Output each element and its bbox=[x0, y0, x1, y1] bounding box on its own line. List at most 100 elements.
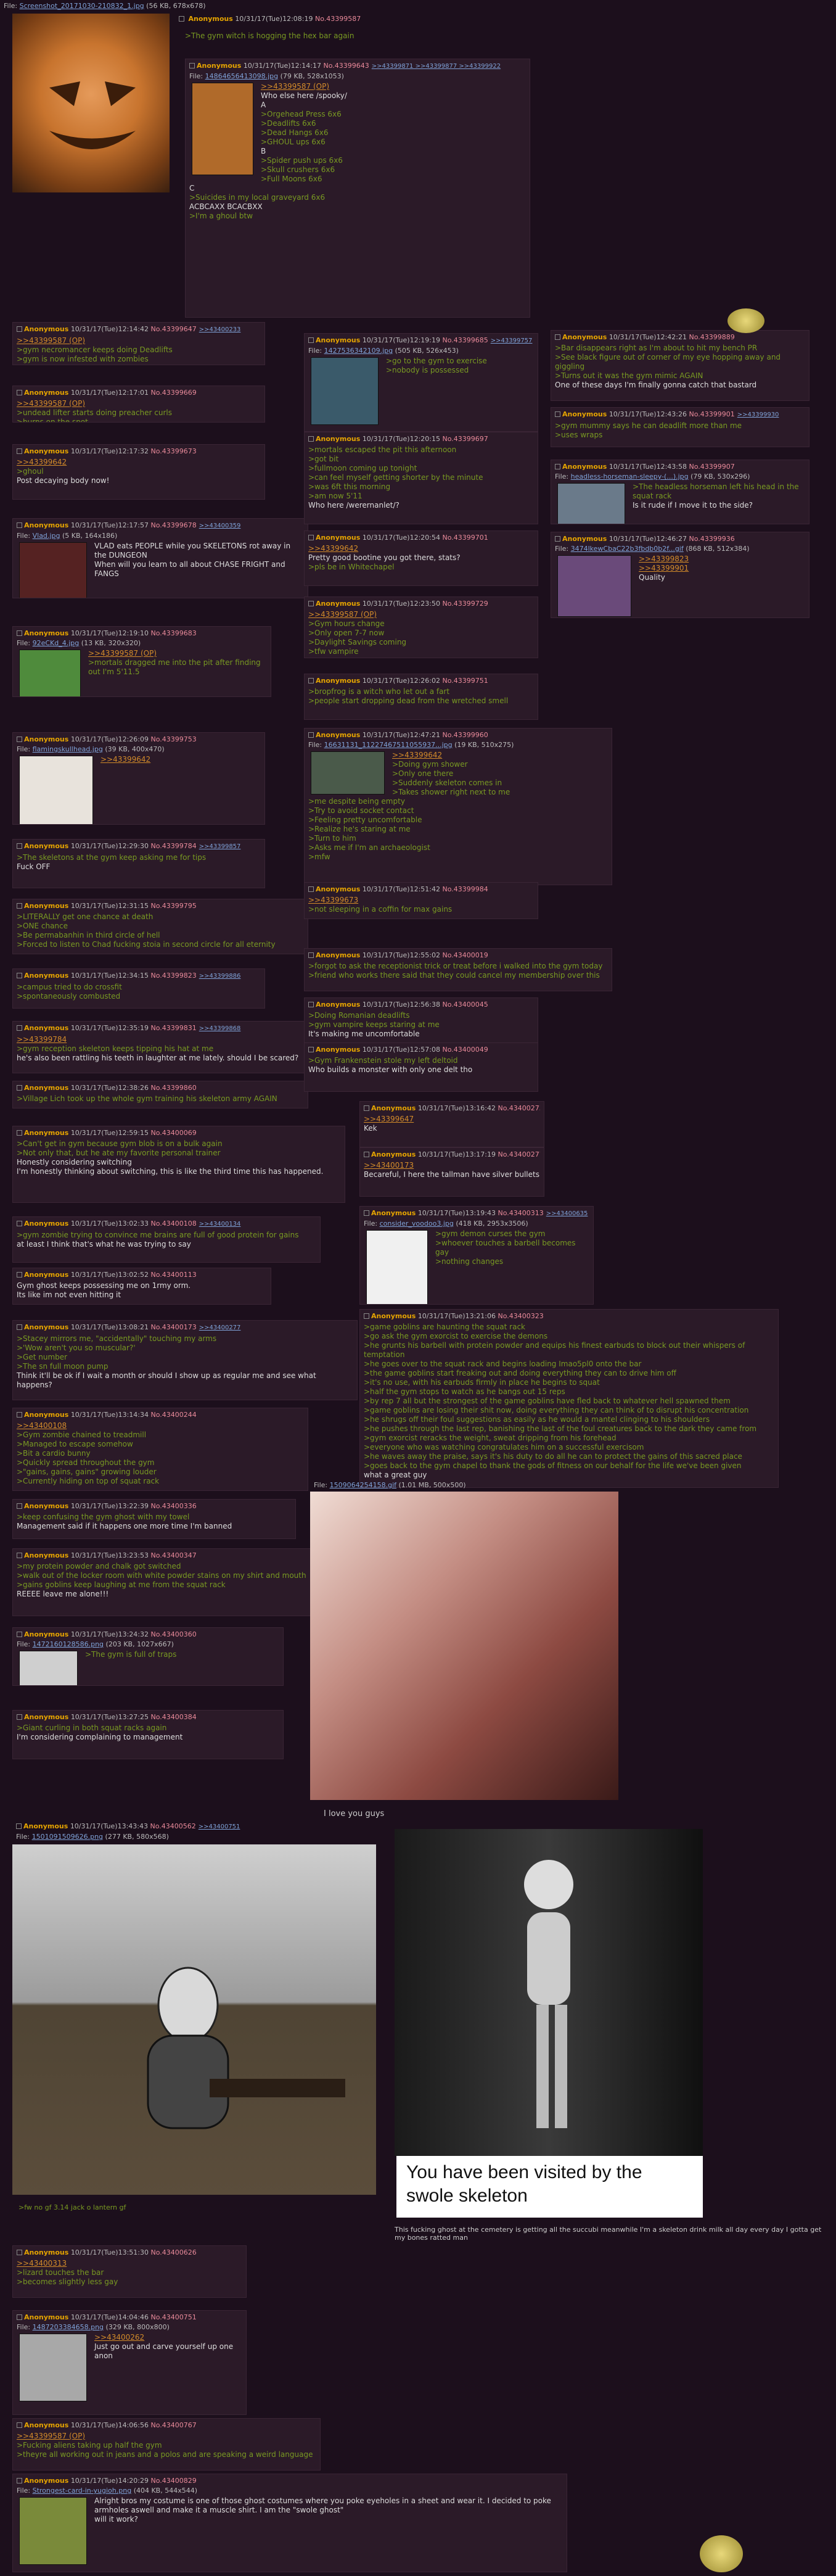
post-number[interactable]: No.43399683 bbox=[151, 629, 197, 637]
op-checkbox[interactable] bbox=[179, 16, 184, 22]
post-thumbnail[interactable] bbox=[311, 751, 385, 795]
post-number[interactable]: No.43399729 bbox=[443, 600, 488, 608]
post-checkbox[interactable] bbox=[17, 522, 22, 528]
post-checkbox[interactable] bbox=[308, 678, 314, 683]
post-checkbox[interactable] bbox=[308, 436, 314, 442]
post-number[interactable]: No.43400108 bbox=[151, 1220, 197, 1228]
post-checkbox[interactable] bbox=[17, 1632, 22, 1637]
post-number[interactable]: No.43400049 bbox=[443, 1046, 488, 1054]
quote-link[interactable]: >>43399587 (OP) bbox=[17, 2432, 316, 2441]
post-number[interactable]: No.43400626 bbox=[151, 2248, 197, 2256]
post-number[interactable]: No.43399831 bbox=[151, 1024, 197, 1032]
post-number[interactable]: No.43400045 bbox=[443, 1001, 488, 1009]
post-thumbnail[interactable] bbox=[19, 650, 81, 696]
post-number[interactable]: No.43400173 bbox=[151, 1323, 197, 1331]
post-checkbox[interactable] bbox=[364, 1152, 369, 1157]
post-number[interactable]: No.43400069 bbox=[151, 1129, 197, 1137]
file-link[interactable]: headless-horseman-sleepy-(...).jpg bbox=[571, 473, 689, 481]
post-number[interactable]: No.43399669 bbox=[151, 389, 197, 397]
post-checkbox[interactable] bbox=[364, 1313, 369, 1319]
post-number[interactable]: No.43399960 bbox=[443, 731, 488, 739]
quote-link[interactable]: >>43399784 bbox=[17, 1035, 304, 1044]
backlinks[interactable]: >>43400635 bbox=[546, 1210, 588, 1217]
post-number[interactable]: No.43400751 bbox=[151, 2313, 197, 2321]
post-checkbox[interactable] bbox=[17, 973, 22, 978]
backlinks[interactable]: >>43400751 bbox=[199, 1823, 240, 1830]
file-link[interactable]: consider_voodoo3.jpg bbox=[380, 1220, 454, 1228]
post-number[interactable]: No.43399643 bbox=[324, 62, 369, 70]
post-checkbox[interactable] bbox=[17, 630, 22, 636]
post-thumbnail[interactable] bbox=[192, 83, 253, 175]
backlinks[interactable]: >>43399868 bbox=[199, 1025, 241, 1032]
file-link[interactable]: 1427536342109.jpg bbox=[324, 347, 393, 355]
post-number[interactable]: No.43400347 bbox=[151, 1551, 197, 1559]
post-checkbox[interactable] bbox=[555, 536, 560, 542]
backlinks[interactable]: >>43399930 bbox=[737, 411, 779, 418]
post-number[interactable]: No.43399907 bbox=[689, 463, 735, 471]
post-checkbox[interactable] bbox=[17, 1130, 22, 1136]
post-number[interactable]: No.43399860 bbox=[151, 1084, 197, 1092]
post-thumbnail[interactable] bbox=[557, 483, 625, 524]
post-checkbox[interactable] bbox=[189, 63, 195, 68]
quote-link[interactable]: >>43399642 bbox=[17, 458, 261, 467]
file-link[interactable]: Screenshot_20171030-210832_1.jpg bbox=[20, 2, 144, 10]
backlinks[interactable]: >>43400359 bbox=[199, 522, 241, 529]
post-checkbox[interactable] bbox=[17, 1503, 22, 1509]
post-number[interactable]: No.43399795 bbox=[151, 902, 197, 910]
post-checkbox[interactable] bbox=[17, 448, 22, 454]
post-checkbox[interactable] bbox=[17, 1324, 22, 1330]
post-thumbnail[interactable] bbox=[366, 1230, 428, 1304]
backlinks[interactable]: >>43399857 bbox=[199, 843, 241, 850]
wojak-room-image[interactable] bbox=[12, 1844, 376, 2195]
post-number[interactable]: No.43400244 bbox=[151, 1411, 197, 1419]
post-number[interactable]: No.43399701 bbox=[443, 534, 488, 542]
post-checkbox[interactable] bbox=[308, 337, 314, 343]
post-checkbox[interactable] bbox=[308, 601, 314, 606]
post-thumbnail[interactable] bbox=[557, 555, 631, 617]
backlinks[interactable]: >>43399886 bbox=[199, 973, 241, 980]
post-number[interactable]: No.43399889 bbox=[689, 333, 735, 341]
quote-link[interactable]: >>43399587 (OP) bbox=[17, 336, 261, 345]
post-number[interactable]: No.43399647 bbox=[151, 325, 197, 333]
post-checkbox[interactable] bbox=[364, 1210, 369, 1216]
post-checkbox[interactable] bbox=[308, 952, 314, 958]
post-checkbox[interactable] bbox=[17, 1085, 22, 1091]
post-number[interactable]: No.43399678 bbox=[151, 521, 197, 529]
quote-link[interactable]: >>43400313 bbox=[17, 2259, 242, 2268]
post-number[interactable]: No.43400360 bbox=[151, 1630, 197, 1638]
post-number[interactable]: No.43399823 bbox=[151, 972, 197, 980]
post-number[interactable]: No.43399784 bbox=[151, 842, 197, 850]
file-link[interactable]: 1472160128586.png bbox=[33, 1640, 104, 1648]
post-number[interactable]: No.43400562 bbox=[150, 1822, 196, 1830]
quote-link[interactable]: >>43399647 bbox=[364, 1115, 540, 1124]
backlinks[interactable]: >>43399757 bbox=[491, 337, 533, 344]
file-link[interactable]: 3474lkewCbaC22b3fbdb0b2f...gif bbox=[571, 545, 684, 553]
post-checkbox[interactable] bbox=[17, 2250, 22, 2255]
post-number[interactable]: No.43400384 bbox=[151, 1713, 197, 1721]
backlinks[interactable]: >>43400277 bbox=[199, 1324, 241, 1331]
post-checkbox[interactable] bbox=[555, 334, 560, 340]
post-number[interactable]: No.43399673 bbox=[151, 447, 197, 455]
post-checkbox[interactable] bbox=[17, 843, 22, 849]
file-link[interactable]: flamingskullhead.jpg bbox=[33, 745, 103, 753]
backlinks[interactable]: >>43400134 bbox=[199, 1221, 241, 1228]
post-checkbox[interactable] bbox=[308, 1002, 314, 1007]
op-image[interactable] bbox=[12, 14, 170, 192]
op-post-number[interactable]: No.43399587 bbox=[315, 15, 361, 23]
post-checkbox[interactable] bbox=[17, 1221, 22, 1226]
post-checkbox[interactable] bbox=[308, 886, 314, 892]
quote-link[interactable]: >>43400173 bbox=[364, 1161, 540, 1170]
post-checkbox[interactable] bbox=[308, 1047, 314, 1052]
swole-skeleton-image[interactable] bbox=[395, 1829, 703, 2156]
post-checkbox[interactable] bbox=[17, 2422, 22, 2428]
post-thumbnail[interactable] bbox=[311, 357, 379, 425]
post-number[interactable]: No.43399685 bbox=[443, 336, 488, 344]
post-number[interactable]: No.43399936 bbox=[689, 535, 735, 543]
quote-link[interactable]: >>43400108 bbox=[17, 1421, 304, 1430]
file-link[interactable]: 14864656413098.jpg bbox=[205, 72, 279, 80]
sleeping-man-image[interactable] bbox=[310, 1492, 618, 1800]
post-checkbox[interactable] bbox=[17, 903, 22, 909]
post-number[interactable]: No.43399901 bbox=[689, 410, 735, 418]
backlinks[interactable]: >>43400233 bbox=[199, 326, 241, 333]
post-number[interactable]: No.43400829 bbox=[151, 2477, 197, 2485]
